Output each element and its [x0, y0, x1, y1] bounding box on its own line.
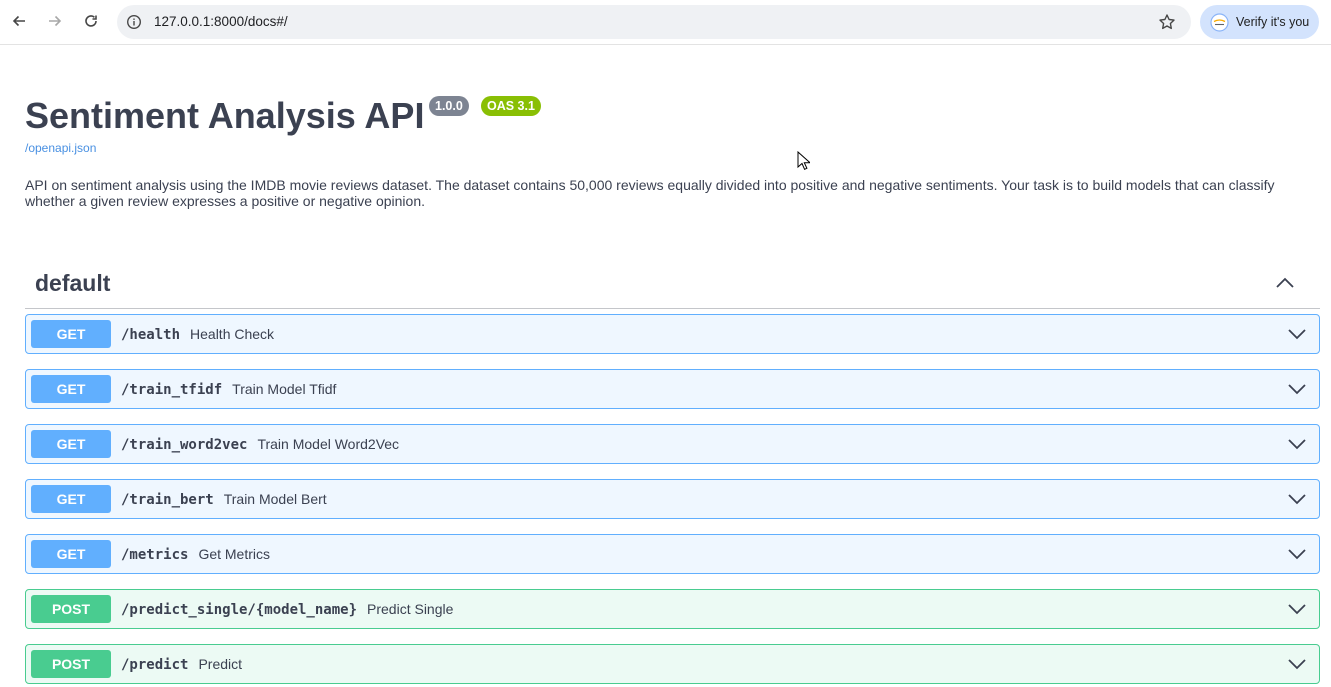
http-method-badge: POST: [31, 595, 111, 623]
endpoint-path: /predict Predict: [121, 656, 242, 673]
endpoint-path-text: /metrics: [121, 547, 189, 563]
endpoint-path: /health Health Check: [121, 326, 274, 343]
opblock-post[interactable]: POST/predict Predict: [25, 644, 1320, 684]
http-method-badge: GET: [31, 485, 111, 513]
opblock-post[interactable]: POST/predict_single/{model_name} Predict …: [25, 589, 1320, 629]
api-title: Sentiment Analysis API: [25, 95, 425, 136]
endpoint-path: /train_word2vec Train Model Word2Vec: [121, 436, 399, 453]
endpoint-summary: Health Check: [190, 326, 275, 342]
endpoint-path-text: /predict_single/{model_name}: [121, 602, 358, 618]
version-badge: 1.0.0: [429, 96, 469, 116]
reload-button[interactable]: [77, 7, 105, 35]
forward-button[interactable]: [41, 7, 69, 35]
chevron-down-icon[interactable]: [1287, 489, 1307, 509]
endpoint-path: /train_bert Train Model Bert: [121, 491, 327, 508]
chevron-up-icon[interactable]: [1275, 273, 1295, 293]
verify-identity-chip[interactable]: Verify it's you: [1200, 5, 1319, 39]
opblock-get[interactable]: GET/metrics Get Metrics: [25, 534, 1320, 574]
arrow-left-icon: [12, 15, 25, 27]
endpoint-path: /metrics Get Metrics: [121, 546, 270, 563]
endpoint-path-text: /train_bert: [121, 492, 214, 508]
oas-badge: OAS 3.1: [481, 96, 541, 116]
chevron-down-icon[interactable]: [1287, 434, 1307, 454]
profile-avatar-icon: [1210, 13, 1229, 32]
http-method-badge: POST: [31, 650, 111, 678]
endpoint-path-text: /health: [121, 327, 181, 343]
chevron-down-icon[interactable]: [1287, 654, 1307, 674]
api-description: API on sentiment analysis using the IMDB…: [25, 177, 1275, 209]
opblock-get[interactable]: GET/train_tfidf Train Model Tfidf: [25, 369, 1320, 409]
opblock-get[interactable]: GET/health Health Check: [25, 314, 1320, 354]
opblock-get[interactable]: GET/train_word2vec Train Model Word2Vec: [25, 424, 1320, 464]
http-method-badge: GET: [31, 540, 111, 568]
endpoint-summary: Train Model Bert: [223, 491, 327, 507]
browser-toolbar: 127.0.0.1:8000/docs#/ Verify it's you: [0, 0, 1331, 45]
http-method-badge: GET: [31, 375, 111, 403]
endpoint-path-text: /predict: [121, 657, 189, 673]
tag-section-default[interactable]: default: [25, 259, 1320, 309]
chevron-down-icon[interactable]: [1287, 599, 1307, 619]
chevron-down-icon[interactable]: [1287, 324, 1307, 344]
endpoint-path: /train_tfidf Train Model Tfidf: [121, 381, 336, 398]
site-info-icon[interactable]: [126, 14, 142, 30]
endpoint-summary: Predict: [198, 656, 243, 672]
section-title: default: [35, 270, 111, 296]
reload-icon: [85, 15, 97, 27]
url-text: 127.0.0.1:8000/docs#/: [154, 14, 288, 29]
endpoint-summary: Train Model Word2Vec: [257, 436, 400, 452]
opblock-get[interactable]: GET/train_bert Train Model Bert: [25, 479, 1320, 519]
endpoint-path-text: /train_word2vec: [121, 437, 248, 453]
verify-label: Verify it's you: [1236, 15, 1310, 29]
mouse-cursor-icon: [797, 151, 810, 170]
endpoint-path-text: /train_tfidf: [121, 382, 223, 398]
http-method-badge: GET: [31, 320, 111, 348]
endpoint-path: /predict_single/{model_name} Predict Sing…: [121, 601, 453, 618]
openapi-json-link[interactable]: /openapi.json: [25, 141, 96, 155]
chevron-down-icon[interactable]: [1287, 379, 1307, 399]
bookmark-star-icon[interactable]: [1158, 13, 1176, 31]
chevron-down-icon[interactable]: [1287, 544, 1307, 564]
endpoint-summary: Train Model Tfidf: [232, 381, 337, 397]
address-bar[interactable]: 127.0.0.1:8000/docs#/: [117, 5, 1191, 39]
back-button[interactable]: [5, 7, 33, 35]
endpoint-summary: Predict Single: [367, 601, 454, 617]
http-method-badge: GET: [31, 430, 111, 458]
endpoint-summary: Get Metrics: [198, 546, 271, 562]
arrow-right-icon: [49, 15, 62, 27]
